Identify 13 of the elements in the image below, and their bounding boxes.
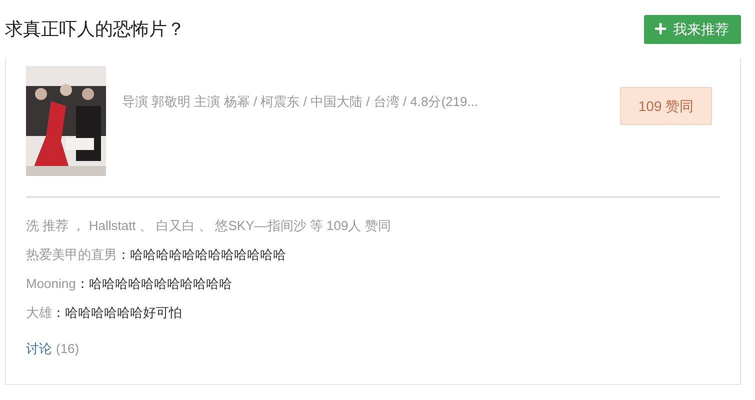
discuss-count: (16) [56, 340, 80, 358]
comment-text: ：哈哈哈哈哈哈哈哈哈哈哈哈 [117, 246, 286, 264]
comment-text: ：哈哈哈哈哈哈好可怕 [52, 304, 182, 322]
discuss-link[interactable]: 讨论 [26, 339, 52, 359]
endorsers-text: 洗 推荐 ， Hallstatt 、 白又白 、 悠SKY—指间沙 等 109人 赞同 [26, 217, 392, 235]
commenter-name: 大雄 [26, 304, 52, 322]
movie-info: 导演 郭敬明 主演 杨幂 / 柯震东 / 中国大陆 / 台湾 / 4.8分(219... [122, 93, 480, 111]
comment-text: ：哈哈哈哈哈哈哈哈哈哈哈 [76, 275, 232, 293]
question-title: 求真正吓人的恐怖片？ [5, 18, 185, 40]
votes-badge: 109 赞同 [620, 87, 712, 125]
commenter-name: Mooning [26, 275, 76, 293]
commenter-name: 热爱美甲的直男 [26, 246, 117, 264]
recommend-button[interactable]: + 我来推荐 [644, 14, 741, 44]
